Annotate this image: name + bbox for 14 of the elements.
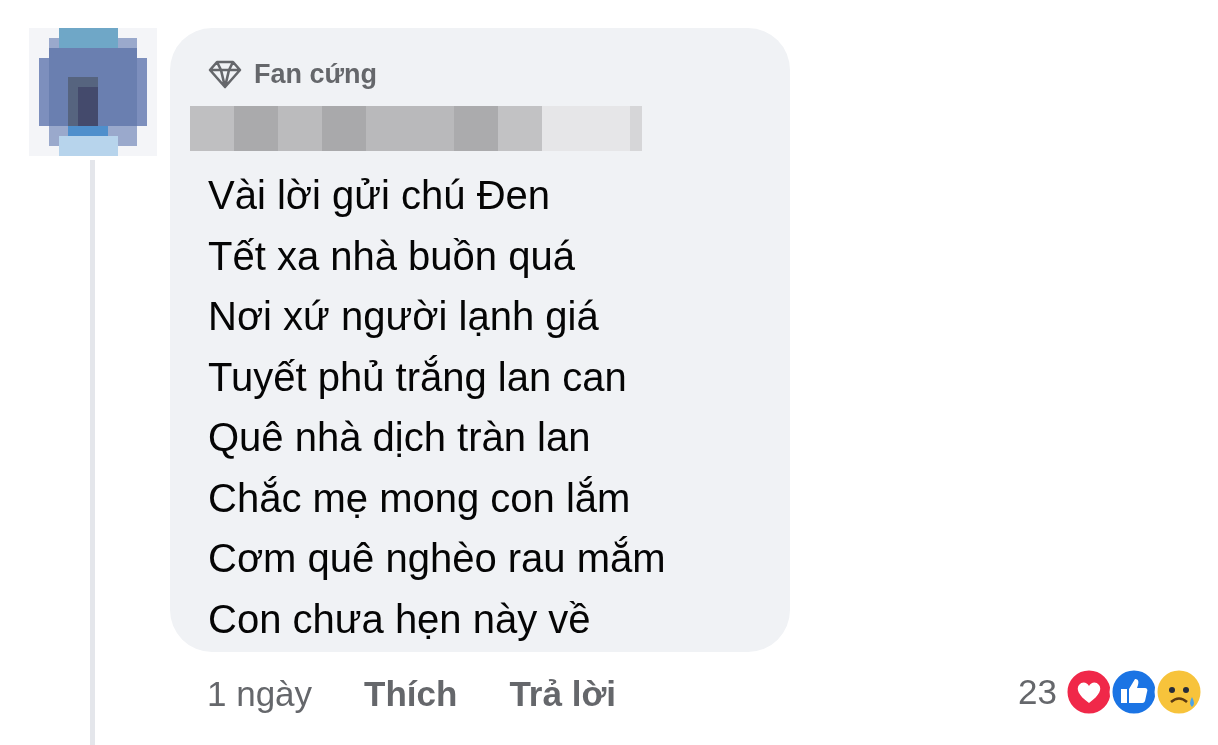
comment-line: Con chưa hẹn này về [208, 595, 592, 643]
diamond-icon [208, 59, 242, 89]
like-button[interactable]: Thích [364, 668, 458, 721]
comment-line: Tuyết phủ trắng lan can [208, 353, 628, 401]
badge-label: Fan cứng [254, 57, 378, 91]
timestamp: 1 ngày [207, 673, 313, 715]
comment-line: Cơm quê nghèo rau mắm [208, 535, 667, 582]
comment-line: Quê nhà dịch tràn lan [208, 414, 592, 461]
reaction-count: 23 [1018, 671, 1057, 713]
comment-line: Tết xa nhà buồn quá [208, 232, 576, 280]
comment-line: Vài lời gửi chú Đen [208, 172, 552, 219]
comment-line: Nơi xứ người lạnh giá [208, 293, 600, 340]
comment-line: Chắc mẹ mong con lắm [208, 474, 632, 522]
reply-button[interactable]: Trả lời [509, 668, 616, 721]
